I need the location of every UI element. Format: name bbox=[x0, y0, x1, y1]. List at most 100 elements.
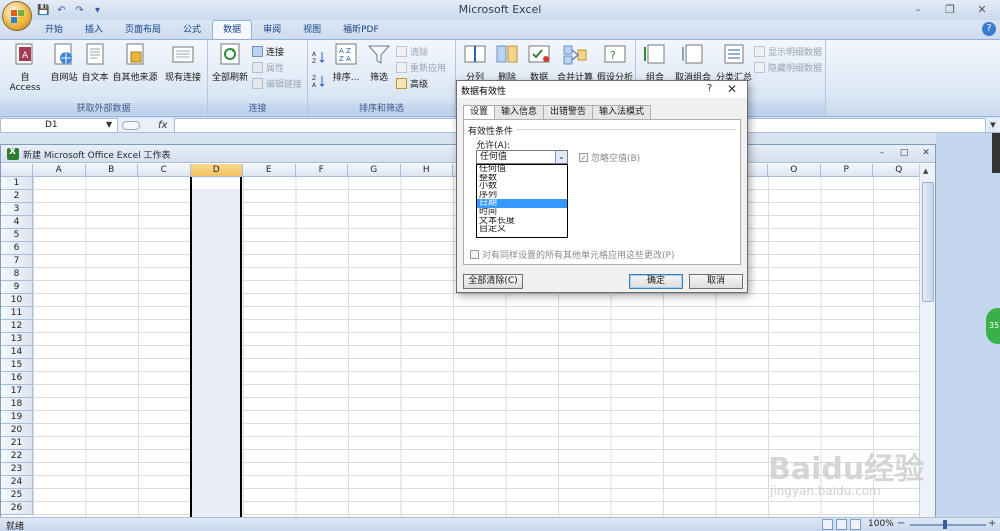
row-header-7[interactable]: 7 bbox=[1, 255, 33, 268]
name-box[interactable]: D1 bbox=[0, 118, 118, 133]
clear-all-button[interactable]: 全部清除(C) bbox=[463, 274, 523, 289]
column-header-d[interactable]: D bbox=[190, 164, 243, 177]
allow-option-whole-number[interactable]: 整数 bbox=[477, 174, 567, 183]
remove-duplicates-button[interactable]: 删除 bbox=[492, 42, 522, 83]
cancel-button[interactable]: 取消 bbox=[689, 274, 743, 289]
redo-icon[interactable]: ↷ bbox=[72, 3, 87, 18]
row-header-15[interactable]: 15 bbox=[1, 359, 33, 372]
tab-page-layout[interactable]: 页面布局 bbox=[114, 20, 172, 39]
row-header-24[interactable]: 24 bbox=[1, 476, 33, 489]
tab-data[interactable]: 数据 bbox=[212, 20, 253, 39]
row-header-2[interactable]: 2 bbox=[1, 190, 33, 203]
name-box-dropdown-icon[interactable]: ▼ bbox=[106, 120, 112, 129]
selected-column-d[interactable] bbox=[190, 177, 242, 519]
dialog-tab-settings[interactable]: 设置 bbox=[463, 105, 496, 120]
existing-connections-button[interactable]: 现有连接 bbox=[162, 42, 204, 83]
allow-option-decimal[interactable]: 小数 bbox=[477, 182, 567, 191]
column-header-h[interactable]: H bbox=[400, 164, 453, 177]
allow-option-list[interactable]: 序列 bbox=[477, 191, 567, 200]
show-detail-button[interactable]: 显示明细数据 bbox=[754, 44, 822, 58]
vertical-scrollbar[interactable]: ▲ bbox=[919, 164, 935, 519]
ungroup-button[interactable]: 取消组合 bbox=[672, 42, 714, 83]
allow-dropdown-icon[interactable]: ⌄ bbox=[555, 151, 567, 163]
workbook-close-button[interactable]: ✕ bbox=[919, 147, 933, 160]
row-header-10[interactable]: 10 bbox=[1, 294, 33, 307]
column-header-q[interactable]: Q bbox=[873, 164, 926, 177]
ok-button[interactable]: 确定 bbox=[629, 274, 683, 289]
help-icon[interactable]: ? bbox=[982, 22, 996, 36]
dialog-tab-input-message[interactable]: 输入信息 bbox=[494, 105, 545, 119]
row-header-6[interactable]: 6 bbox=[1, 242, 33, 255]
column-header-p[interactable]: P bbox=[820, 164, 873, 177]
text-to-columns-button[interactable]: 分列 bbox=[460, 42, 490, 83]
row-header-9[interactable]: 9 bbox=[1, 281, 33, 294]
dialog-tab-error-alert[interactable]: 出错警告 bbox=[543, 105, 594, 119]
column-header-o[interactable]: O bbox=[768, 164, 821, 177]
page-layout-view-icon[interactable] bbox=[836, 519, 847, 530]
active-cell-d1[interactable] bbox=[192, 178, 240, 189]
customize-qat-icon[interactable]: ▾ bbox=[90, 3, 105, 18]
row-header-5[interactable]: 5 bbox=[1, 229, 33, 242]
allow-option-time[interactable]: 时间 bbox=[477, 208, 567, 217]
from-access-button[interactable]: A 自 Access bbox=[4, 42, 46, 93]
normal-view-icon[interactable] bbox=[822, 519, 833, 530]
tab-foxit-pdf[interactable]: 福昕PDF bbox=[332, 20, 390, 39]
what-if-analysis-button[interactable]: ? 假设分析 bbox=[596, 42, 634, 83]
column-header-b[interactable]: B bbox=[85, 164, 138, 177]
connections-button[interactable]: 连接 bbox=[252, 44, 284, 58]
row-header-4[interactable]: 4 bbox=[1, 216, 33, 229]
expand-formula-bar-icon[interactable]: ▼ bbox=[988, 119, 998, 132]
workbook-maximize-button[interactable]: □ bbox=[897, 147, 911, 160]
row-header-3[interactable]: 3 bbox=[1, 203, 33, 216]
allow-option-date[interactable]: 日期 bbox=[477, 199, 567, 208]
row-header-23[interactable]: 23 bbox=[1, 463, 33, 476]
undo-icon[interactable]: ↶ bbox=[54, 3, 69, 18]
column-header-e[interactable]: E bbox=[243, 164, 296, 177]
tab-view[interactable]: 视图 bbox=[292, 20, 332, 39]
from-other-sources-button[interactable]: 自其他来源 bbox=[110, 42, 160, 83]
hide-detail-button[interactable]: 隐藏明细数据 bbox=[754, 60, 822, 74]
subtotal-button[interactable]: 分类汇总 bbox=[716, 42, 752, 83]
column-header-g[interactable]: G bbox=[348, 164, 401, 177]
edit-links-button[interactable]: 编辑链接 bbox=[252, 76, 302, 90]
page-break-view-icon[interactable] bbox=[850, 519, 861, 530]
row-header-11[interactable]: 11 bbox=[1, 307, 33, 320]
tab-insert[interactable]: 插入 bbox=[74, 20, 114, 39]
row-header-25[interactable]: 25 bbox=[1, 489, 33, 502]
zoom-slider[interactable] bbox=[910, 524, 986, 526]
dialog-help-icon[interactable]: ? bbox=[707, 83, 712, 94]
sort-desc-button[interactable]: ZA bbox=[310, 74, 328, 91]
workbook-minimize-button[interactable]: – bbox=[875, 147, 889, 160]
group-button[interactable]: 组合 bbox=[640, 42, 670, 83]
zoom-slider-thumb[interactable] bbox=[943, 520, 947, 529]
insert-function-icon[interactable]: fx bbox=[158, 120, 167, 131]
row-header-22[interactable]: 22 bbox=[1, 450, 33, 463]
row-header-14[interactable]: 14 bbox=[1, 346, 33, 359]
row-header-8[interactable]: 8 bbox=[1, 268, 33, 281]
row-header-12[interactable]: 12 bbox=[1, 320, 33, 333]
side-badge[interactable]: 35 bbox=[986, 308, 1000, 344]
row-header-16[interactable]: 16 bbox=[1, 372, 33, 385]
advanced-filter-button[interactable]: 高级 bbox=[396, 76, 428, 90]
clear-filter-button[interactable]: 清除 bbox=[396, 44, 428, 58]
save-icon[interactable]: 💾 bbox=[36, 3, 51, 18]
filter-button[interactable]: 筛选 bbox=[366, 42, 392, 83]
ignore-blank-checkbox[interactable]: ✓ 忽略空值(B) bbox=[579, 151, 640, 164]
column-header-a[interactable]: A bbox=[33, 164, 86, 177]
tab-formulas[interactable]: 公式 bbox=[172, 20, 212, 39]
row-header-21[interactable]: 21 bbox=[1, 437, 33, 450]
scroll-thumb[interactable] bbox=[922, 182, 934, 302]
restore-button[interactable]: ❐ bbox=[934, 0, 966, 18]
select-all-corner[interactable] bbox=[1, 164, 33, 177]
row-header-1[interactable]: 1 bbox=[1, 177, 33, 190]
reapply-button[interactable]: 重新应用 bbox=[396, 60, 446, 74]
tab-home[interactable]: 开始 bbox=[34, 20, 74, 39]
properties-button[interactable]: 属性 bbox=[252, 60, 284, 74]
from-text-button[interactable]: 自文本 bbox=[80, 42, 110, 83]
apply-all-checkbox[interactable]: 对有同样设置的所有其他单元格应用这些更改(P) bbox=[470, 248, 674, 261]
allow-select[interactable]: 任何值 ⌄ bbox=[476, 150, 568, 164]
row-header-19[interactable]: 19 bbox=[1, 411, 33, 424]
allow-option-custom[interactable]: 自定义 bbox=[477, 225, 567, 234]
data-validation-button[interactable]: 数据 bbox=[524, 42, 554, 83]
zoom-in-icon[interactable]: + bbox=[988, 518, 996, 529]
